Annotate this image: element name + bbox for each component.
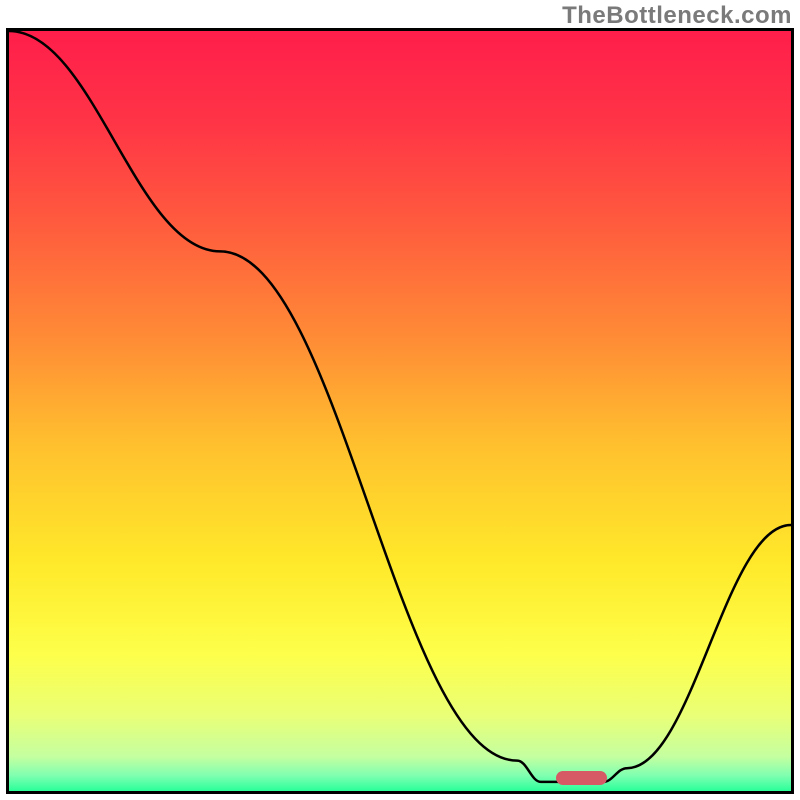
plot-area [9, 31, 791, 791]
chart-container: TheBottleneck.com [0, 0, 800, 800]
watermark-text: TheBottleneck.com [562, 2, 792, 30]
curve-layer [9, 31, 791, 791]
optimal-range-marker [556, 771, 607, 785]
bottleneck-curve [9, 31, 791, 782]
plot-frame [6, 28, 794, 794]
